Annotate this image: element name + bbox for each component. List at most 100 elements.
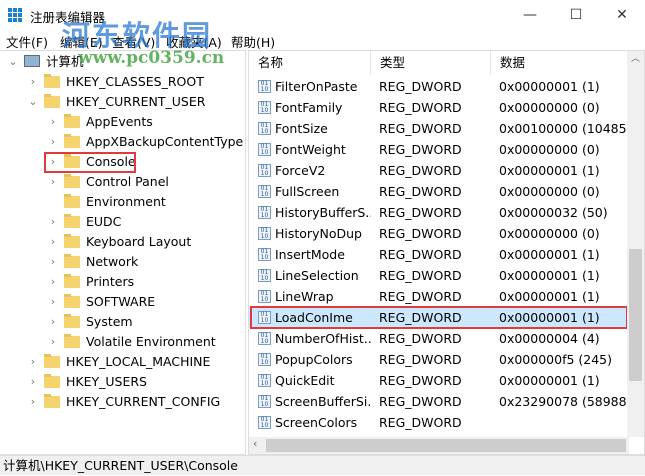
- reg-binary-icon: 01 10: [258, 416, 271, 429]
- reg-binary-icon: 01 10: [258, 164, 271, 177]
- chevron-down-icon[interactable]: ⌄: [6, 52, 20, 72]
- menu-help[interactable]: 帮助(H): [231, 32, 275, 51]
- tree-item[interactable]: › HKEY_USERS: [0, 372, 245, 392]
- value-type: REG_DWORD: [379, 226, 462, 241]
- value-data: 0x00000032 (50): [499, 205, 608, 220]
- tree-item[interactable]: › AppXBackupContentType: [0, 132, 245, 152]
- chevron-right-icon[interactable]: ›: [26, 392, 40, 412]
- maximize-button[interactable]: ☐: [553, 0, 599, 30]
- chevron-right-icon[interactable]: ›: [46, 172, 60, 192]
- folder-icon: [44, 394, 60, 408]
- value-row[interactable]: 01 10 InsertMode REG_DWORD 0x00000001 (1): [249, 244, 629, 265]
- highlight-box: [44, 152, 136, 173]
- value-row[interactable]: 01 10 LineWrap REG_DWORD 0x00000001 (1): [249, 286, 629, 307]
- chevron-right-icon[interactable]: ›: [26, 352, 40, 372]
- vertical-scrollbar[interactable]: ︿: [627, 51, 644, 437]
- value-type: REG_DWORD: [379, 352, 462, 367]
- scroll-left-icon[interactable]: ‹: [253, 437, 257, 450]
- value-row[interactable]: 01 10 FontWeight REG_DWORD 0x00000000 (0): [249, 139, 629, 160]
- tree-item[interactable]: › SOFTWARE: [0, 292, 245, 312]
- minimize-button[interactable]: —: [507, 0, 553, 30]
- value-data: 0x00000001 (1): [499, 373, 600, 388]
- folder-icon: [64, 334, 80, 348]
- values-list[interactable]: 名称 类型 数据 01 10 FilterOnPaste REG_DWORD 0x…: [248, 50, 645, 455]
- reg-binary-icon: 01 10: [258, 374, 271, 387]
- value-name: LineWrap: [275, 289, 334, 304]
- chevron-right-icon[interactable]: ›: [46, 112, 60, 132]
- tree-item-label: System: [86, 314, 133, 329]
- value-data: 0x00000000 (0): [499, 184, 600, 199]
- value-data: 0x00000004 (4): [499, 331, 600, 346]
- chevron-right-icon[interactable]: ›: [46, 232, 60, 252]
- value-row[interactable]: 01 10 QuickEdit REG_DWORD 0x00000001 (1): [249, 370, 629, 391]
- chevron-right-icon[interactable]: ›: [46, 132, 60, 152]
- tree-item[interactable]: › HKEY_CLASSES_ROOT: [0, 72, 245, 92]
- horizontal-scroll-thumb[interactable]: [266, 439, 626, 452]
- value-name: FontWeight: [275, 142, 346, 157]
- chevron-right-icon[interactable]: ›: [46, 332, 60, 352]
- value-row[interactable]: 01 10 NumberOfHist... REG_DWORD 0x0000000…: [249, 328, 629, 349]
- tree-item[interactable]: › HKEY_LOCAL_MACHINE: [0, 352, 245, 372]
- watermark-url: www.pc0359.cn: [78, 48, 225, 68]
- reg-binary-icon: 01 10: [258, 332, 271, 345]
- chevron-right-icon[interactable]: ›: [46, 252, 60, 272]
- tree-item[interactable]: › Volatile Environment: [0, 332, 245, 352]
- folder-icon: [64, 294, 80, 308]
- chevron-right-icon[interactable]: ›: [46, 212, 60, 232]
- value-name: ForceV2: [275, 163, 326, 178]
- value-row[interactable]: 01 10 FilterOnPaste REG_DWORD 0x00000001 …: [249, 76, 629, 97]
- value-row[interactable]: 01 10 ScreenColors REG_DWORD: [249, 412, 629, 433]
- value-data: 0x00000001 (1): [499, 247, 600, 262]
- value-row[interactable]: 01 10 PopupColors REG_DWORD 0x000000f5 (2…: [249, 349, 629, 370]
- folder-icon: [64, 234, 80, 248]
- tree-item[interactable]: › Printers: [0, 272, 245, 292]
- chevron-down-icon[interactable]: ⌄: [26, 92, 40, 112]
- value-row[interactable]: 01 10 HistoryNoDup REG_DWORD 0x00000000 (…: [249, 223, 629, 244]
- tree-item-label: Keyboard Layout: [86, 234, 192, 249]
- tree-item[interactable]: ⌄ HKEY_CURRENT_USER: [0, 92, 245, 112]
- menu-file[interactable]: 文件(F): [6, 32, 48, 51]
- tree-item[interactable]: › System: [0, 312, 245, 332]
- value-row[interactable]: 01 10 FullScreen REG_DWORD 0x00000000 (0): [249, 181, 629, 202]
- chevron-right-icon[interactable]: ›: [46, 312, 60, 332]
- column-header-name[interactable]: 名称: [249, 51, 371, 75]
- column-header-type[interactable]: 类型: [371, 51, 491, 75]
- chevron-right-icon[interactable]: ›: [46, 272, 60, 292]
- value-row[interactable]: 01 10 LineSelection REG_DWORD 0x00000001 …: [249, 265, 629, 286]
- horizontal-scrollbar[interactable]: ‹: [249, 437, 629, 454]
- value-row[interactable]: 01 10 FontSize REG_DWORD 0x00100000 (1048…: [249, 118, 629, 139]
- tree-item[interactable]: › Control Panel: [0, 172, 245, 192]
- chevron-right-icon[interactable]: ›: [26, 372, 40, 392]
- registry-editor-icon: [8, 8, 22, 22]
- column-header-data[interactable]: 数据: [491, 51, 631, 75]
- value-type: REG_DWORD: [379, 268, 462, 283]
- folder-icon: [44, 94, 60, 108]
- chevron-right-icon[interactable]: ›: [26, 72, 40, 92]
- tree-item[interactable]: Environment: [0, 192, 245, 212]
- tree-item[interactable]: › Network: [0, 252, 245, 272]
- scroll-thumb[interactable]: [629, 249, 642, 381]
- computer-icon: [24, 55, 40, 67]
- tree-item[interactable]: › EUDC: [0, 212, 245, 232]
- tree-item[interactable]: › AppEvents: [0, 112, 245, 132]
- value-type: REG_DWORD: [379, 415, 462, 430]
- value-data: 0x00100000 (1048576): [499, 121, 629, 136]
- reg-binary-icon: 01 10: [258, 269, 271, 282]
- tree-item[interactable]: › HKEY_CURRENT_CONFIG: [0, 392, 245, 412]
- scroll-up-icon[interactable]: ︿: [627, 51, 644, 64]
- value-row[interactable]: 01 10 ScreenBufferSi... REG_DWORD 0x23290…: [249, 391, 629, 412]
- tree-item-label: EUDC: [86, 214, 122, 229]
- value-row[interactable]: 01 10 ForceV2 REG_DWORD 0x00000001 (1): [249, 160, 629, 181]
- value-row[interactable]: 01 10 FontFamily REG_DWORD 0x00000000 (0): [249, 97, 629, 118]
- tree-item[interactable]: › Keyboard Layout: [0, 232, 245, 252]
- value-type: REG_DWORD: [379, 289, 462, 304]
- folder-icon: [64, 214, 80, 228]
- value-row[interactable]: 01 10 HistoryBufferS... REG_DWORD 0x00000…: [249, 202, 629, 223]
- value-data: 0x00000001 (1): [499, 163, 600, 178]
- reg-binary-icon: 01 10: [258, 80, 271, 93]
- value-name: FontFamily: [275, 100, 343, 115]
- close-button[interactable]: ✕: [599, 0, 645, 30]
- chevron-right-icon[interactable]: ›: [46, 292, 60, 312]
- registry-tree[interactable]: ⌄ 计算机 › HKEY_CLASSES_ROOT ⌄ HKEY_CURRENT_USER…: [0, 50, 246, 455]
- reg-binary-icon: 01 10: [258, 122, 271, 135]
